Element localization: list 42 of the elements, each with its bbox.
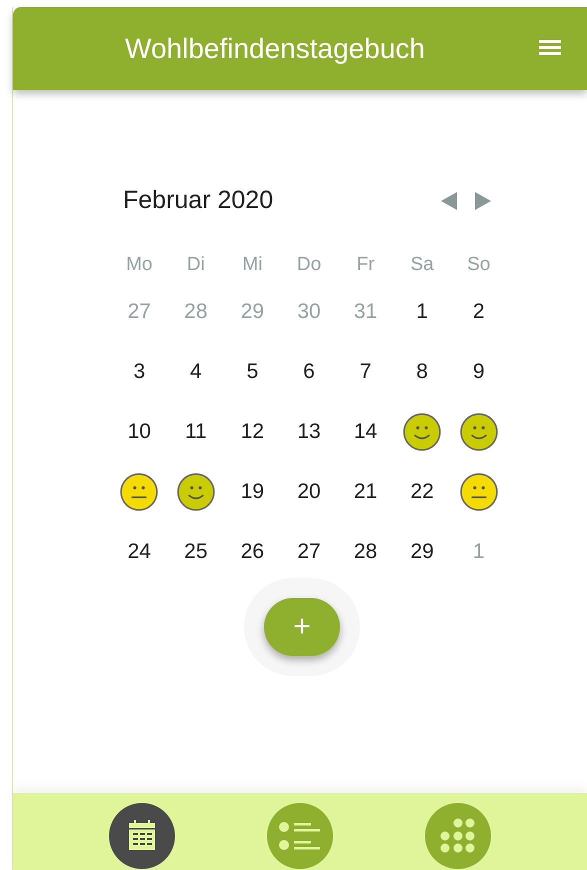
day-number[interactable]: 12 <box>240 416 264 448</box>
dots-grid-icon <box>439 817 477 855</box>
day-number[interactable]: 7 <box>360 356 372 388</box>
day-number[interactable]: 2 <box>472 296 485 328</box>
day-number[interactable]: 26 <box>240 536 264 568</box>
day-number[interactable]: 9 <box>472 356 485 388</box>
day-number[interactable]: 3 <box>133 356 146 388</box>
app-title: Wohlbefindenstagebuch <box>125 32 425 66</box>
weekday-label: Di <box>186 253 205 278</box>
next-month-button[interactable] <box>475 192 491 210</box>
day-number[interactable]: 20 <box>297 476 321 508</box>
day-number[interactable]: 24 <box>128 536 151 568</box>
day-number[interactable]: 27 <box>297 536 321 568</box>
day-number[interactable]: 11 <box>184 416 207 448</box>
day-number[interactable]: 6 <box>303 356 315 388</box>
weekday-label: Fr <box>356 253 375 278</box>
day-number[interactable]: 4 <box>190 356 202 388</box>
smiley-icon[interactable] <box>176 472 215 510</box>
weekday-label: Mo <box>126 253 152 278</box>
day-number[interactable]: 1 <box>416 296 428 328</box>
day-number[interactable]: 28 <box>354 536 378 568</box>
day-number[interactable]: 5 <box>246 356 258 388</box>
day-number[interactable]: 25 <box>184 536 208 568</box>
list-icon <box>278 819 322 853</box>
day-number[interactable]: 19 <box>240 476 264 508</box>
weekday-label: Do <box>296 253 322 278</box>
neutral-face-icon[interactable] <box>460 472 498 510</box>
neutral-face-icon[interactable] <box>120 472 158 510</box>
day-number[interactable]: 21 <box>354 476 378 508</box>
weekday-label: Mi <box>242 253 262 278</box>
day-number[interactable]: 22 <box>410 476 434 508</box>
day-number[interactable]: 8 <box>416 356 428 388</box>
weekday-label: So <box>467 253 490 278</box>
day-number[interactable]: 14 <box>354 416 378 448</box>
weekday-label: Sa <box>410 253 434 278</box>
day-number[interactable]: 13 <box>297 416 321 448</box>
day-number[interactable]: 29 <box>410 536 434 568</box>
day-number[interactable]: 10 <box>128 416 151 448</box>
previous-month-button[interactable] <box>441 192 457 210</box>
smiley-icon[interactable] <box>460 412 498 450</box>
smiley-icon[interactable] <box>403 412 442 450</box>
month-title: Februar 2020 <box>123 185 274 216</box>
